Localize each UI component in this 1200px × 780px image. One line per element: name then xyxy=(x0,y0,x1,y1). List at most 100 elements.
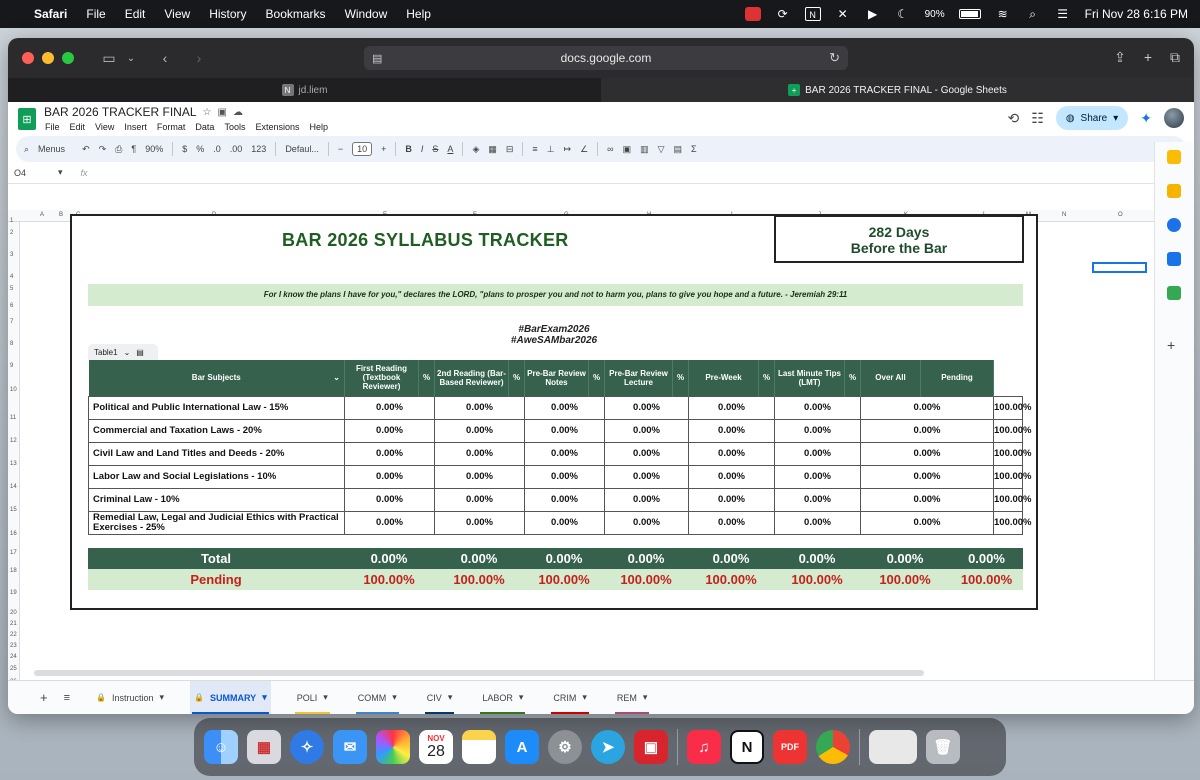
tasks-icon[interactable] xyxy=(1167,218,1181,232)
menu-view[interactable]: View xyxy=(95,122,114,132)
tab-overview-icon[interactable]: ▤ xyxy=(372,52,382,65)
menubar-clock[interactable]: Fri Nov 28 6:16 PM xyxy=(1085,7,1188,21)
row-header[interactable]: 25 xyxy=(10,666,17,672)
menubar-help[interactable]: Help xyxy=(406,7,431,21)
move-folder-icon[interactable]: ▣ xyxy=(217,107,226,118)
table-name-chip[interactable]: Table1 ⌄ ▤ xyxy=(88,344,158,360)
merge-cells-icon[interactable]: ⊟ xyxy=(506,144,514,155)
subject-cell[interactable]: Remedial Law, Legal and Judicial Ethics … xyxy=(88,510,345,535)
menu-help[interactable]: Help xyxy=(309,122,328,132)
menu-insert[interactable]: Insert xyxy=(124,122,147,132)
add-sheet-button[interactable]: + xyxy=(40,690,48,705)
menu-edit[interactable]: Edit xyxy=(70,122,86,132)
selected-cell[interactable] xyxy=(1092,262,1147,273)
row-header[interactable]: 3 xyxy=(10,252,13,258)
header-cell[interactable]: Pre-Week xyxy=(688,360,759,396)
chevron-down-icon[interactable]: ▾ xyxy=(1113,113,1118,124)
music-icon[interactable]: ♫ xyxy=(687,730,721,764)
row-header[interactable]: 17 xyxy=(10,550,17,556)
row-header[interactable]: 9 xyxy=(10,363,13,369)
subject-cell[interactable]: Political and Public International Law -… xyxy=(88,395,345,420)
first-cell[interactable]: 0.00% xyxy=(344,418,435,443)
preweek-cell[interactable]: 0.00% xyxy=(688,395,775,420)
comments-icon[interactable]: ☷ xyxy=(1031,110,1044,127)
safari-tab-sheets[interactable]: + BAR 2026 TRACKER FINAL - Google Sheets xyxy=(601,78,1194,102)
row-header[interactable]: 4 xyxy=(10,274,13,280)
column-header[interactable]: N xyxy=(1062,212,1066,218)
align-left-icon[interactable]: ≡ xyxy=(532,144,537,154)
lecture-cell[interactable]: 0.00% xyxy=(604,418,689,443)
subject-cell[interactable]: Commercial and Taxation Laws - 20% xyxy=(88,418,345,443)
row-header[interactable]: 15 xyxy=(10,507,17,513)
notes-cell[interactable]: 0.00% xyxy=(524,441,605,466)
pending-cell[interactable]: 100.00% xyxy=(993,464,1032,489)
chrome-icon[interactable] xyxy=(816,730,850,764)
row-header[interactable]: 24 xyxy=(10,654,17,660)
doc-title[interactable]: BAR 2026 TRACKER FINAL xyxy=(44,105,197,119)
second-cell[interactable]: 0.00% xyxy=(434,441,525,466)
number-format-button[interactable]: 123 xyxy=(251,144,266,154)
row-header[interactable]: 19 xyxy=(10,590,17,596)
menubar-view[interactable]: View xyxy=(164,7,190,21)
redo-icon[interactable]: ↷ xyxy=(99,144,107,155)
header-cell[interactable]: % xyxy=(508,360,525,396)
play-icon[interactable]: ▶ xyxy=(865,7,881,21)
column-header[interactable]: A xyxy=(40,212,44,218)
functions-icon[interactable]: Σ xyxy=(691,144,697,154)
status-app-icon[interactable] xyxy=(744,7,761,21)
header-cell[interactable]: First Reading (Textbook Reviewer) xyxy=(344,360,419,396)
header-cell[interactable]: % xyxy=(758,360,775,396)
link-icon[interactable]: ∞ xyxy=(607,144,613,154)
overall-cell[interactable]: 0.00% xyxy=(860,395,994,420)
text-wrap-icon[interactable]: ↦ xyxy=(564,144,572,155)
preweek-cell[interactable]: 0.00% xyxy=(688,487,775,512)
calendar-icon[interactable] xyxy=(1167,150,1181,164)
photos-icon[interactable] xyxy=(376,730,410,764)
star-icon[interactable]: ☆ xyxy=(203,107,212,118)
column-header[interactable]: O xyxy=(1118,212,1123,218)
chart-icon[interactable]: ▥ xyxy=(640,144,649,155)
sheet-tab-labor[interactable]: LABOR ▾ xyxy=(478,681,527,714)
row-header[interactable]: 5 xyxy=(10,286,13,292)
menubar-file[interactable]: File xyxy=(86,7,105,21)
paint-format-icon[interactable]: ¶ xyxy=(131,144,136,154)
minimize-window-button[interactable] xyxy=(42,52,54,64)
zoom-window-button[interactable] xyxy=(62,52,74,64)
system-settings-icon[interactable]: ⚙ xyxy=(548,730,582,764)
row-header[interactable]: 14 xyxy=(10,484,17,490)
tabs-overview-icon[interactable]: ⧉ xyxy=(1170,49,1180,66)
fill-color-icon[interactable]: ◈ xyxy=(472,144,479,155)
menubar-app-name[interactable]: Safari xyxy=(34,7,67,21)
row-header[interactable]: 7 xyxy=(10,319,13,325)
lmt-cell[interactable]: 0.00% xyxy=(774,441,861,466)
row-header[interactable]: 22 xyxy=(10,632,17,638)
preweek-cell[interactable]: 0.00% xyxy=(688,441,775,466)
row-header[interactable]: 13 xyxy=(10,461,17,467)
sheet-tab-rem[interactable]: REM ▾ xyxy=(613,681,652,714)
first-cell[interactable]: 0.00% xyxy=(344,395,435,420)
menubar-bookmarks[interactable]: Bookmarks xyxy=(266,7,326,21)
percent-format-button[interactable]: % xyxy=(196,144,204,154)
second-cell[interactable]: 0.00% xyxy=(434,418,525,443)
pending-cell[interactable]: 100.00% xyxy=(993,441,1032,466)
sheets-logo-icon[interactable]: ⊞ xyxy=(18,108,36,130)
chevron-down-icon[interactable]: ▾ xyxy=(643,692,648,703)
menu-data[interactable]: Data xyxy=(195,122,214,132)
preweek-cell[interactable]: 0.00% xyxy=(688,510,775,535)
header-cell[interactable]: % xyxy=(672,360,689,396)
increase-decimal-button[interactable]: .00 xyxy=(230,144,243,154)
name-box[interactable]: O4 xyxy=(8,168,58,178)
downloads-stack-icon[interactable] xyxy=(869,730,917,764)
header-cell[interactable]: 2nd Reading (Bar-Based Reviewer) xyxy=(434,360,509,396)
chevron-down-icon[interactable]: ▾ xyxy=(392,692,397,703)
overall-cell[interactable]: 0.00% xyxy=(860,418,994,443)
close-window-button[interactable] xyxy=(22,52,34,64)
lmt-cell[interactable]: 0.00% xyxy=(774,487,861,512)
currency-format-button[interactable]: $ xyxy=(182,144,187,154)
first-cell[interactable]: 0.00% xyxy=(344,487,435,512)
font-size-decrease-button[interactable]: − xyxy=(338,144,343,154)
notes-cell[interactable]: 0.00% xyxy=(524,464,605,489)
comment-icon[interactable]: ▣ xyxy=(623,144,632,155)
row-header[interactable]: 20 xyxy=(10,610,17,616)
chevron-down-icon[interactable]: ⌄ xyxy=(333,373,340,382)
